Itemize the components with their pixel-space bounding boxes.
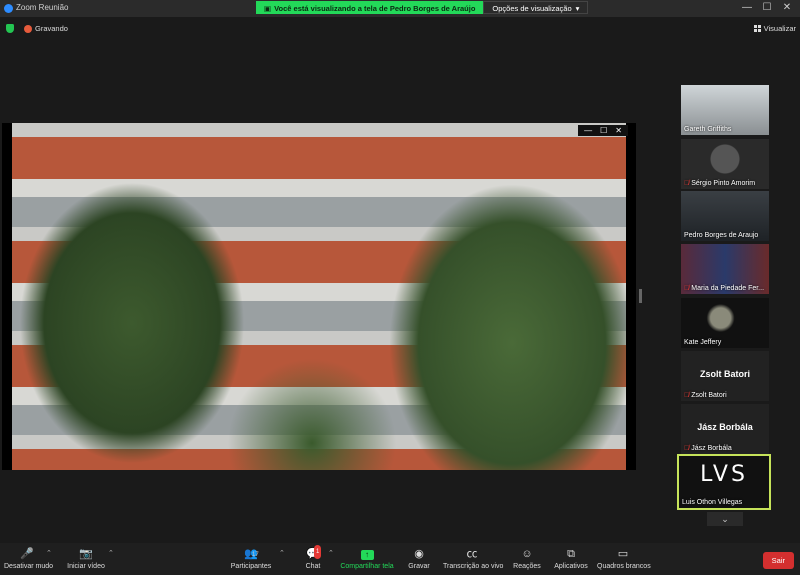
grid-view-icon bbox=[753, 25, 761, 32]
share-banner: ▣ Você está visualizando a tela de Pedro… bbox=[256, 1, 589, 14]
shared-maximize-icon: ☐ bbox=[600, 126, 608, 135]
apps-label: Aplicativos bbox=[554, 563, 588, 570]
chat-button[interactable]: 💬 1 Chat bbox=[300, 545, 326, 570]
muted-mic-icon: 🎙̸ bbox=[684, 285, 690, 292]
audio-options-caret[interactable]: ⌃ bbox=[46, 549, 52, 557]
reactions-button[interactable]: ☺ Reações bbox=[513, 547, 541, 570]
muted-mic-icon: 🎤 bbox=[20, 548, 34, 560]
participant-name: Luis Othon Villegas bbox=[682, 499, 743, 506]
panel-resize-handle[interactable] bbox=[639, 289, 642, 303]
participant-tile[interactable]: Gareth Griffiths bbox=[681, 85, 769, 135]
participant-tile[interactable]: Jász Borbála 🎙̸ Jász Borbála bbox=[681, 404, 769, 454]
start-video-button[interactable]: 📷 Iniciar vídeo bbox=[64, 547, 108, 570]
record-icon: ◉ bbox=[414, 548, 424, 560]
participant-display-name: Jász Borbála bbox=[697, 422, 753, 432]
apps-icon: ⧉ bbox=[567, 548, 575, 560]
status-row: Gravando Visualizar bbox=[0, 22, 800, 36]
participant-name: 🎙̸ Jász Borbála bbox=[684, 445, 732, 452]
participant-name: 🎙̸ Sérgio Pinto Amorim bbox=[684, 180, 756, 187]
unmute-label: Desativar mudo bbox=[4, 563, 54, 570]
share-screen-icon: ↑ bbox=[340, 547, 394, 561]
viewing-text: Você está visualizando a tela de Pedro B… bbox=[274, 4, 476, 13]
recording-label: Gravando bbox=[35, 24, 68, 33]
reactions-label: Reações bbox=[513, 563, 541, 570]
video-options-caret[interactable]: ⌃ bbox=[108, 549, 114, 557]
viewing-indicator: ▣ Você está visualizando a tela de Pedro… bbox=[256, 1, 484, 14]
share-screen-label: Compartilhar tela bbox=[340, 563, 394, 570]
chat-options-caret[interactable]: ⌃ bbox=[328, 549, 334, 557]
meeting-toolbar: 🎤 Desativar mudo ⌃ 📷 Iniciar vídeo ⌃ 👥 17… bbox=[0, 543, 800, 575]
chat-badge: 1 bbox=[314, 545, 322, 559]
chevron-down-icon: ⌄ bbox=[721, 514, 729, 524]
title-bar: Zoom Reunião ▣ Você está visualizando a … bbox=[0, 0, 800, 17]
participant-tile[interactable]: Pedro Borges de Araujo bbox=[681, 191, 769, 241]
record-label: Gravar bbox=[408, 563, 430, 570]
scroll-down-button[interactable]: ⌄ bbox=[707, 512, 743, 526]
participants-options-caret[interactable]: ⌃ bbox=[279, 549, 285, 557]
unmute-button[interactable]: 🎤 Desativar mudo bbox=[4, 547, 54, 570]
view-button[interactable]: Visualizar bbox=[753, 24, 796, 33]
security-shield-icon[interactable] bbox=[6, 24, 14, 33]
muted-mic-icon: 🎙̸ bbox=[684, 392, 690, 399]
view-label: Visualizar bbox=[763, 24, 796, 33]
active-speaker-tile[interactable]: LVS Luis Othon Villegas bbox=[677, 454, 771, 510]
participant-name: 🎙̸ Zsolt Batori bbox=[684, 392, 727, 399]
participant-display-name: Zsolt Batori bbox=[699, 369, 750, 379]
chat-label: Chat bbox=[305, 563, 321, 570]
participants-button[interactable]: 👥 17 Participantes bbox=[228, 547, 274, 570]
whiteboards-button[interactable]: ▭ Quadros brancos bbox=[597, 547, 651, 570]
participant-name: Pedro Borges de Araujo bbox=[684, 232, 759, 239]
view-options-button[interactable]: Opções de visualização ▾ bbox=[483, 1, 589, 14]
closed-caption-icon: ㏄ bbox=[466, 548, 478, 560]
muted-mic-icon: 🎙̸ bbox=[684, 180, 690, 187]
apps-button[interactable]: ⧉ Aplicativos bbox=[553, 547, 589, 570]
participant-name: Gareth Griffiths bbox=[684, 126, 732, 133]
shared-screen-image bbox=[12, 123, 626, 470]
shared-screen[interactable]: — ☐ ✕ bbox=[2, 123, 636, 470]
participant-tile[interactable]: Kate Jeffery bbox=[681, 298, 769, 348]
chat-icon: 💬 1 bbox=[300, 545, 326, 561]
minimize-button[interactable]: — bbox=[740, 2, 754, 13]
start-video-label: Iniciar vídeo bbox=[67, 563, 105, 570]
zoom-logo-icon bbox=[4, 4, 13, 13]
live-transcript-button[interactable]: ㏄ Transcrição ao vivo bbox=[443, 547, 504, 570]
window-title: Zoom Reunião bbox=[16, 3, 69, 12]
record-button[interactable]: ◉ Gravar bbox=[406, 547, 432, 570]
share-screen-button[interactable]: ↑ Compartilhar tela bbox=[340, 547, 394, 570]
shared-minimize-icon: — bbox=[584, 126, 593, 135]
participant-tile[interactable]: 🎙̸ Sérgio Pinto Amorim bbox=[681, 139, 769, 189]
video-off-icon: 📷 bbox=[79, 548, 93, 560]
participant-tile[interactable]: Zsolt Batori 🎙̸ Zsolt Batori bbox=[681, 351, 769, 401]
whiteboard-icon: ▭ bbox=[617, 548, 629, 560]
shared-window-controls: — ☐ ✕ bbox=[578, 125, 628, 136]
participant-name: Kate Jeffery bbox=[684, 339, 722, 346]
participant-tile[interactable]: 🎙̸ Maria da Piedade Fer... bbox=[681, 244, 769, 294]
muted-mic-icon: 🎙̸ bbox=[684, 445, 690, 452]
participants-count: 17 bbox=[252, 552, 259, 558]
participants-icon: 👥 17 bbox=[244, 548, 259, 560]
chevron-down-icon: ▾ bbox=[575, 4, 580, 13]
participant-name: 🎙̸ Maria da Piedade Fer... bbox=[684, 285, 765, 292]
maximize-button[interactable]: ☐ bbox=[760, 2, 774, 13]
reactions-icon: ☺ bbox=[521, 548, 533, 560]
participants-label: Participantes bbox=[230, 563, 272, 570]
recording-icon bbox=[24, 25, 32, 33]
lvs-logo: LVS bbox=[700, 462, 748, 487]
whiteboards-label: Quadros brancos bbox=[597, 563, 651, 570]
leave-button[interactable]: Sair bbox=[762, 552, 794, 569]
view-options-label: Opções de visualização bbox=[492, 4, 572, 13]
shared-close-icon: ✕ bbox=[615, 126, 622, 135]
live-transcript-label: Transcrição ao vivo bbox=[443, 563, 504, 570]
screen-share-icon: ▣ bbox=[264, 4, 272, 13]
close-button[interactable]: ✕ bbox=[780, 2, 794, 13]
